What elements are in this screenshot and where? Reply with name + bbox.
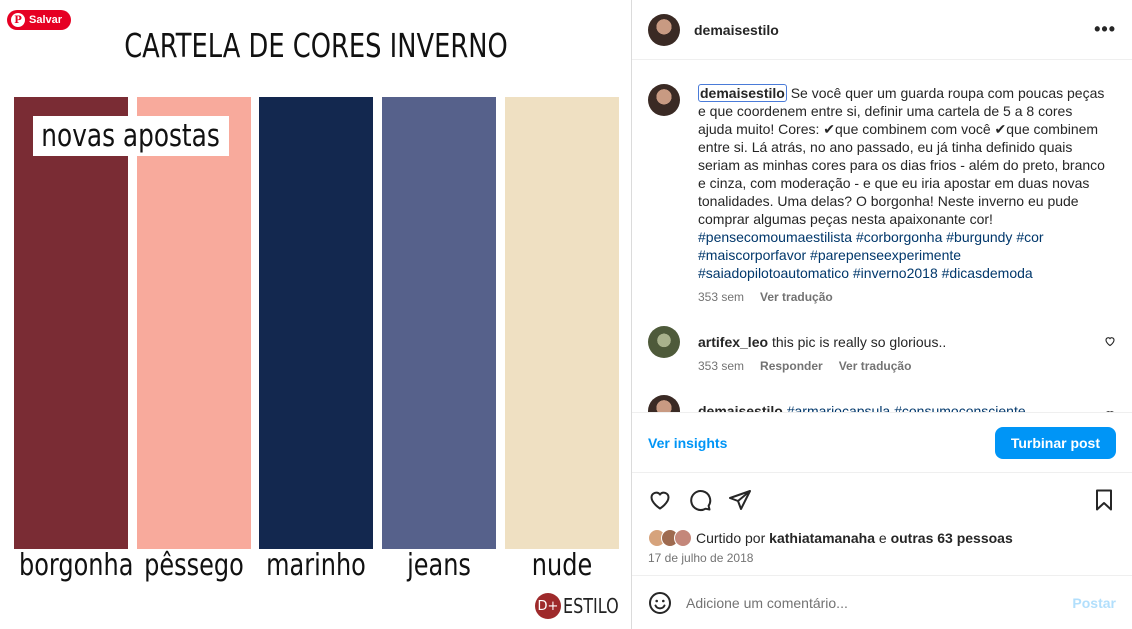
share-icon[interactable] bbox=[728, 488, 752, 512]
caption-time: 353 sem bbox=[698, 290, 745, 304]
comment-body: this pic is really so glorious.. bbox=[771, 334, 947, 350]
color-stripe-borgonha bbox=[14, 97, 128, 549]
liker-username[interactable]: kathiatamanaha bbox=[769, 530, 875, 546]
color-stripe-marinho bbox=[259, 97, 373, 549]
header-username[interactable]: demaisestilo bbox=[694, 22, 779, 38]
action-bar bbox=[632, 472, 1132, 527]
logo-mark: D+ bbox=[535, 593, 561, 619]
bookmark-icon[interactable] bbox=[1092, 488, 1116, 512]
like-icon[interactable] bbox=[648, 488, 672, 512]
boost-post-button[interactable]: Turbinar post bbox=[994, 426, 1116, 459]
color-label: pêssego bbox=[144, 548, 244, 583]
like-comment-icon[interactable] bbox=[1104, 335, 1116, 347]
post-date: 17 de julho de 2018 bbox=[648, 551, 754, 565]
likes-summary: Curtido por kathiatamanaha e outras 63 p… bbox=[632, 527, 1132, 549]
comment-hashtags[interactable]: #armariocapsula #consumoconsciente bbox=[787, 403, 1026, 412]
comment: demaisestilo #armariocapsula #consumocon… bbox=[648, 395, 1116, 412]
comment-username[interactable]: artifex_leo bbox=[698, 334, 768, 350]
pinterest-icon: P bbox=[11, 13, 25, 27]
comment-time: 353 sem bbox=[698, 359, 745, 373]
avatar[interactable] bbox=[648, 395, 680, 412]
color-stripe-jeans bbox=[382, 97, 496, 549]
likes-and: e bbox=[878, 530, 887, 546]
new-bets-badge: novas apostas bbox=[33, 116, 229, 156]
reply-link[interactable]: Responder bbox=[760, 359, 823, 373]
post-side-panel: demaisestilo ••• demaisestilo Se você qu… bbox=[632, 0, 1132, 629]
like-comment-icon[interactable] bbox=[1104, 409, 1116, 412]
comments-list[interactable]: demaisestilo Se você quer um guarda roup… bbox=[632, 60, 1132, 412]
post-comment-button[interactable]: Postar bbox=[1072, 595, 1116, 611]
comment-icon[interactable] bbox=[688, 488, 712, 512]
caption-body: Se você quer um guarda roupa com poucas … bbox=[698, 85, 1105, 227]
pinterest-save-button[interactable]: P Salvar bbox=[7, 10, 72, 30]
avatar[interactable] bbox=[648, 13, 680, 46]
caption-username[interactable]: demaisestilo bbox=[698, 84, 787, 102]
color-label: nude bbox=[531, 548, 593, 583]
color-label: jeans bbox=[407, 548, 471, 583]
translate-link[interactable]: Ver tradução bbox=[839, 359, 912, 373]
avatar[interactable] bbox=[648, 84, 680, 116]
translate-link[interactable]: Ver tradução bbox=[760, 290, 833, 304]
post-header: demaisestilo ••• bbox=[632, 0, 1132, 60]
avatar[interactable] bbox=[648, 326, 680, 358]
comment-username[interactable]: demaisestilo bbox=[698, 403, 783, 412]
comment-meta: 353 sem Responder Ver tradução bbox=[698, 359, 1090, 373]
comment: artifex_leo this pic is really so glorio… bbox=[648, 326, 1116, 373]
color-stripe-pessego bbox=[137, 97, 251, 549]
more-options-icon[interactable]: ••• bbox=[1094, 19, 1116, 40]
brand-logo: D+ ESTILO bbox=[535, 593, 631, 619]
comment-input[interactable] bbox=[686, 594, 1073, 611]
comment-text: artifex_leo this pic is really so glorio… bbox=[698, 326, 1090, 351]
liker-avatars[interactable] bbox=[648, 529, 692, 547]
comment-composer: Postar bbox=[632, 575, 1132, 629]
color-label: borgonha bbox=[19, 548, 134, 583]
avatar bbox=[674, 529, 692, 547]
logo-word: ESTILO bbox=[563, 594, 619, 618]
comment-text: demaisestilo #armariocapsula #consumocon… bbox=[698, 395, 1090, 412]
likes-others[interactable]: outras 63 pessoas bbox=[891, 530, 1013, 546]
color-stripe-nude bbox=[505, 97, 619, 549]
emoji-icon[interactable] bbox=[648, 591, 672, 615]
image-title: CARTELA DE CORES INVERNO bbox=[124, 26, 508, 65]
view-insights-link[interactable]: Ver insights bbox=[648, 435, 727, 451]
color-label: marinho bbox=[266, 548, 366, 583]
likes-prefix: Curtido por bbox=[696, 530, 766, 546]
caption-meta: 353 sem Ver tradução bbox=[698, 290, 1110, 304]
insights-row: Ver insights Turbinar post bbox=[632, 412, 1132, 472]
post-image[interactable]: P Salvar CARTELA DE CORES INVERNO novas … bbox=[0, 0, 632, 629]
caption-hashtags[interactable]: #pensecomoumaestilista #corborgonha #bur… bbox=[698, 229, 1044, 281]
caption-text: demaisestilo Se você quer um guarda roup… bbox=[698, 84, 1110, 282]
save-label: Salvar bbox=[29, 14, 63, 26]
caption: demaisestilo Se você quer um guarda roup… bbox=[648, 84, 1116, 304]
